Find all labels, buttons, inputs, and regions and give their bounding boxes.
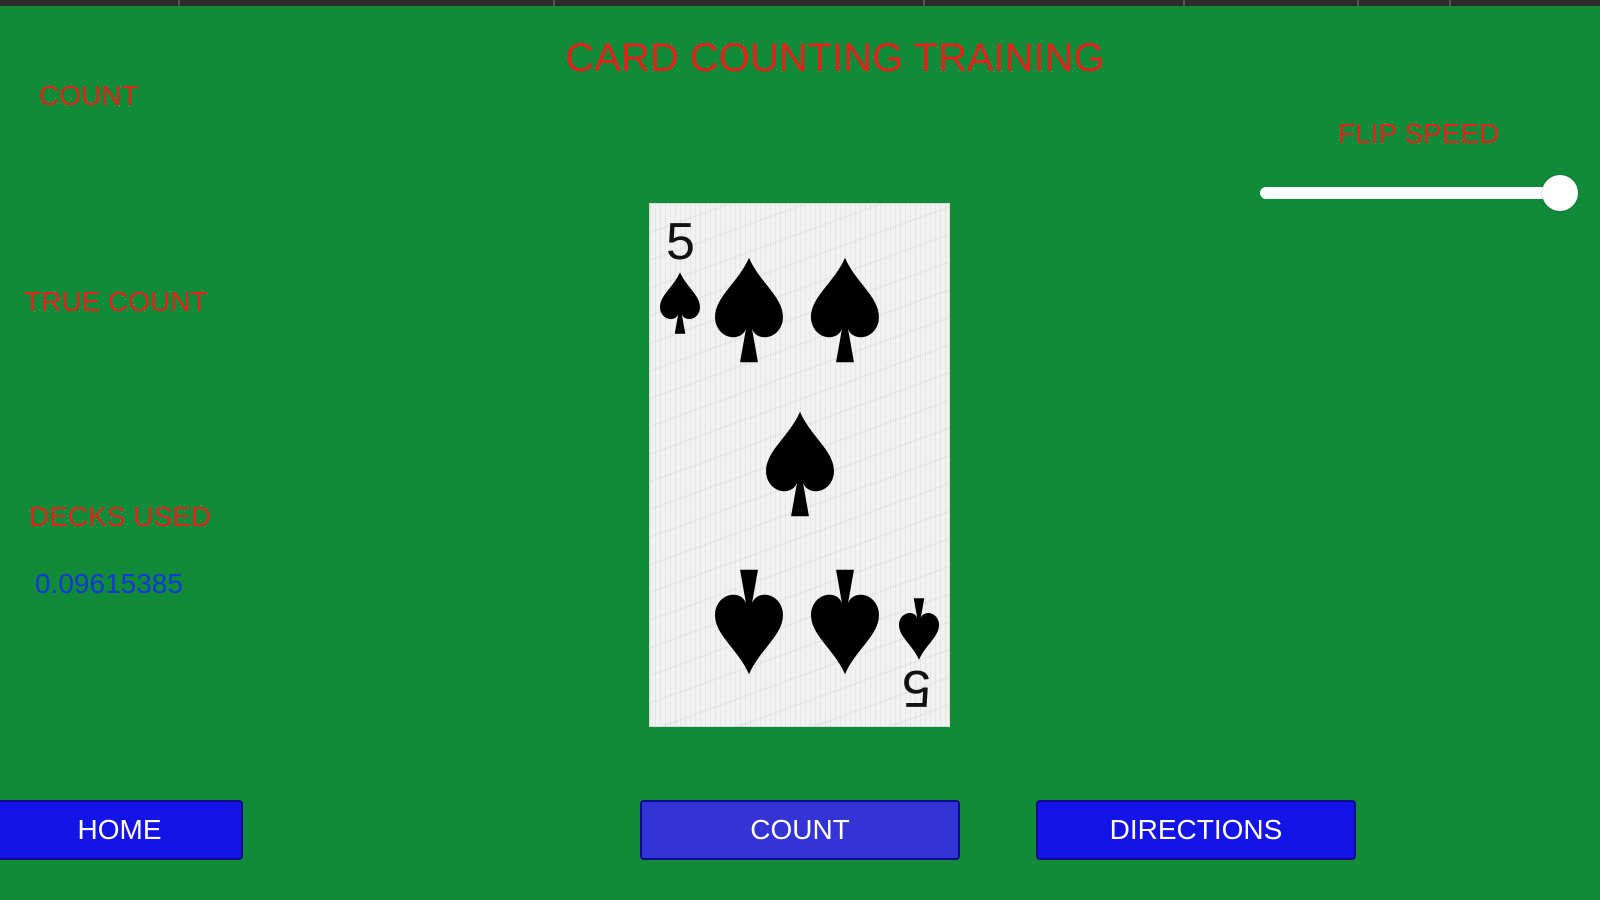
spade-icon	[811, 569, 879, 675]
top-bar	[0, 0, 1600, 6]
directions-button[interactable]: DIRECTIONS	[1036, 800, 1356, 860]
slider-thumb[interactable]	[1542, 175, 1578, 211]
spade-icon	[811, 257, 879, 363]
decks-used-value: 0.09615385	[35, 568, 183, 599]
true-count-label: TRUE COUNT	[24, 286, 208, 317]
spade-icon	[715, 569, 783, 675]
home-button[interactable]: HOME	[0, 800, 243, 860]
count-button[interactable]: COUNT	[640, 800, 960, 860]
count-label: COUNT	[39, 80, 139, 111]
card-rank-bottom: 5	[902, 659, 931, 717]
spade-icon	[659, 272, 701, 334]
card-rank-top: 5	[666, 213, 695, 271]
spade-icon	[715, 257, 783, 363]
flip-speed-slider[interactable]	[1260, 175, 1578, 211]
decks-used-label: DECKS USED	[29, 501, 212, 532]
slider-track[interactable]	[1260, 187, 1560, 199]
playing-card: 5 5	[650, 204, 949, 726]
page-title: CARD COUNTING TRAINING	[565, 36, 1105, 80]
spade-icon	[766, 411, 834, 517]
spade-icon	[898, 598, 940, 660]
flip-speed-label: FLIP SPEED	[1338, 118, 1500, 149]
